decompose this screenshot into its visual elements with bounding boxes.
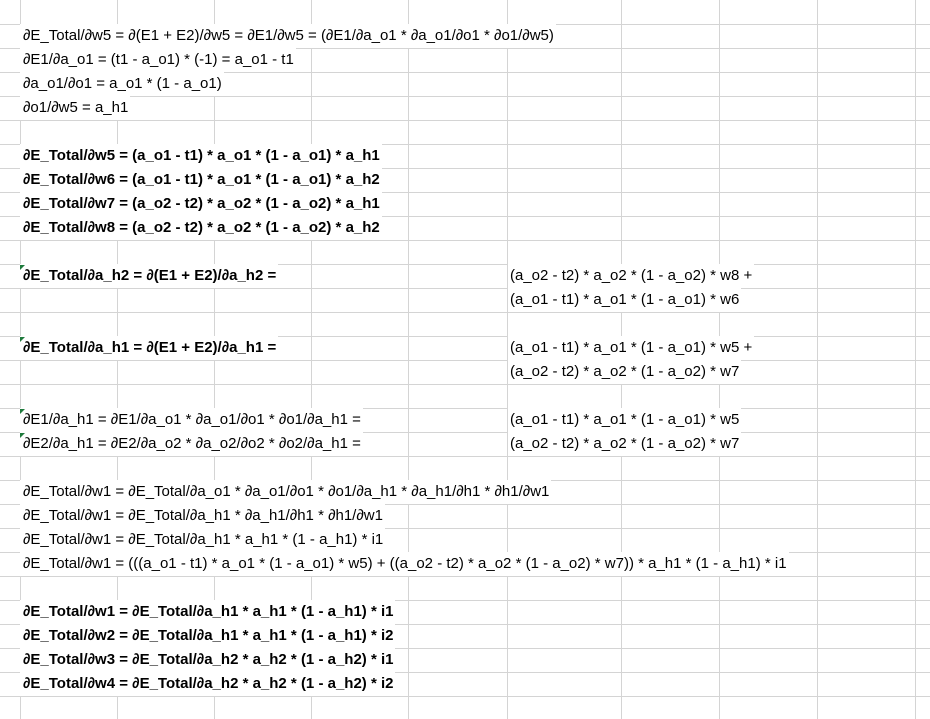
- sheet-row: [0, 312, 930, 336]
- cell-column-f[interactable]: (a_o1 - t1) * a_o1 * (1 - a_o1) * w5 +: [508, 336, 755, 360]
- sheet-row: [0, 384, 930, 408]
- sheet-row: ∂E_Total/∂w1 = ∂E_Total/∂a_h1 * a_h1 * (…: [0, 528, 930, 552]
- sheet-row: ∂E_Total/∂w6 = (a_o1 - t1) * a_o1 * (1 -…: [0, 168, 930, 192]
- cell-column-a[interactable]: ∂E1/∂a_o1 = (t1 - a_o1) * (-1) = a_o1 - …: [20, 48, 296, 72]
- cell-column-a[interactable]: ∂E_Total/∂w1 = ∂E_Total/∂a_h1 * a_h1 * (…: [20, 528, 386, 552]
- cell-column-f[interactable]: (a_o2 - t2) * a_o2 * (1 - a_o2) * w7: [508, 360, 742, 384]
- cell-column-a[interactable]: ∂E_Total/∂w7 = (a_o2 - t2) * a_o2 * (1 -…: [20, 192, 382, 216]
- cell-column-a[interactable]: ∂E_Total/∂w1 = ∂E_Total/∂a_o1 * ∂a_o1/∂o…: [20, 480, 552, 504]
- error-indicator-triangle[interactable]: [20, 337, 25, 342]
- sheet-row: ∂o1/∂w5 = a_h1: [0, 96, 930, 120]
- cell-column-a[interactable]: ∂E2/∂a_h1 = ∂E2/∂a_o2 * ∂a_o2/∂o2 * ∂o2/…: [20, 432, 363, 456]
- cell-column-a[interactable]: ∂E_Total/∂w4 = ∂E_Total/∂a_h2 * a_h2 * (…: [20, 672, 396, 696]
- cell-column-f[interactable]: (a_o2 - t2) * a_o2 * (1 - a_o2) * w7: [508, 432, 742, 456]
- sheet-row: ∂E_Total/∂w5 = ∂(E1 + E2)/∂w5 = ∂E1/∂w5 …: [0, 24, 930, 48]
- sheet-row: ∂E2/∂a_h1 = ∂E2/∂a_o2 * ∂a_o2/∂o2 * ∂o2/…: [0, 432, 930, 456]
- sheet-row: ∂E_Total/∂w1 = ∂E_Total/∂a_o1 * ∂a_o1/∂o…: [0, 480, 930, 504]
- sheet-row: ∂E_Total/∂a_h1 = ∂(E1 + E2)/∂a_h1 = (a_o1…: [0, 336, 930, 360]
- sheet-row: (a_o2 - t2) * a_o2 * (1 - a_o2) * w7: [0, 360, 930, 384]
- sheet-row: ∂E_Total/∂w1 = (((a_o1 - t1) * a_o1 * (1…: [0, 552, 930, 576]
- sheet-row: (a_o1 - t1) * a_o1 * (1 - a_o1) * w6: [0, 288, 930, 312]
- cell-column-a[interactable]: ∂E_Total/∂w1 = ∂E_Total/∂a_h1 * ∂a_h1/∂h…: [20, 504, 385, 528]
- sheet-row: ∂E_Total/∂w8 = (a_o2 - t2) * a_o2 * (1 -…: [0, 216, 930, 240]
- cell-column-a[interactable]: ∂E_Total/∂w5 = ∂(E1 + E2)/∂w5 = ∂E1/∂w5 …: [20, 24, 556, 48]
- sheet-row: ∂E_Total/∂w7 = (a_o2 - t2) * a_o2 * (1 -…: [0, 192, 930, 216]
- sheet-row: [0, 120, 930, 144]
- sheet-row: ∂E_Total/∂w3 = ∂E_Total/∂a_h2 * a_h2 * (…: [0, 648, 930, 672]
- cell-column-a[interactable]: ∂E_Total/∂w6 = (a_o1 - t1) * a_o1 * (1 -…: [20, 168, 382, 192]
- sheet-row: ∂E1/∂a_o1 = (t1 - a_o1) * (-1) = a_o1 - …: [0, 48, 930, 72]
- sheet-row: ∂E_Total/∂w2 = ∂E_Total/∂a_h1 * a_h1 * (…: [0, 624, 930, 648]
- cell-column-f[interactable]: (a_o1 - t1) * a_o1 * (1 - a_o1) * w6: [508, 288, 742, 312]
- cell-column-f[interactable]: (a_o1 - t1) * a_o1 * (1 - a_o1) * w5: [508, 408, 742, 432]
- row-gridline: [0, 696, 930, 697]
- cell-column-a[interactable]: ∂E_Total/∂w5 = (a_o1 - t1) * a_o1 * (1 -…: [20, 144, 382, 168]
- cell-column-a[interactable]: ∂E_Total/∂w8 = (a_o2 - t2) * a_o2 * (1 -…: [20, 216, 382, 240]
- sheet-row: ∂E_Total/∂a_h2 = ∂(E1 + E2)/∂a_h2 = (a_o2…: [0, 264, 930, 288]
- error-indicator-triangle[interactable]: [20, 433, 25, 438]
- sheet-row: ∂a_o1/∂o1 = a_o1 * (1 - a_o1): [0, 72, 930, 96]
- sheet-row: ∂E1/∂a_h1 = ∂E1/∂a_o1 * ∂a_o1/∂o1 * ∂o1/…: [0, 408, 930, 432]
- cell-column-a[interactable]: ∂E_Total/∂w3 = ∂E_Total/∂a_h2 * a_h2 * (…: [20, 648, 396, 672]
- cell-column-a[interactable]: ∂a_o1/∂o1 = a_o1 * (1 - a_o1): [20, 72, 224, 96]
- sheet-row: [0, 576, 930, 600]
- cell-column-f[interactable]: (a_o2 - t2) * a_o2 * (1 - a_o2) * w8 +: [508, 264, 755, 288]
- sheet-row: ∂E_Total/∂w1 = ∂E_Total/∂a_h1 * a_h1 * (…: [0, 600, 930, 624]
- error-indicator-triangle[interactable]: [20, 409, 25, 414]
- sheet-row: ∂E_Total/∂w1 = ∂E_Total/∂a_h1 * ∂a_h1/∂h…: [0, 504, 930, 528]
- sheet-row: [0, 456, 930, 480]
- error-indicator-triangle[interactable]: [20, 265, 25, 270]
- cell-column-a[interactable]: ∂E_Total/∂w2 = ∂E_Total/∂a_h1 * a_h1 * (…: [20, 624, 396, 648]
- cell-column-a[interactable]: ∂E_Total/∂a_h1 = ∂(E1 + E2)/∂a_h1 =: [20, 336, 279, 360]
- sheet-row: ∂E_Total/∂w5 = (a_o1 - t1) * a_o1 * (1 -…: [0, 144, 930, 168]
- cell-column-a[interactable]: ∂E1/∂a_h1 = ∂E1/∂a_o1 * ∂a_o1/∂o1 * ∂o1/…: [20, 408, 363, 432]
- spreadsheet-grid: ∂E_Total/∂w5 = ∂(E1 + E2)/∂w5 = ∂E1/∂w5 …: [0, 0, 930, 719]
- cell-column-a[interactable]: ∂E_Total/∂w1 = ∂E_Total/∂a_h1 * a_h1 * (…: [20, 600, 396, 624]
- cell-column-a[interactable]: ∂o1/∂w5 = a_h1: [20, 96, 131, 120]
- sheet-row: [0, 240, 930, 264]
- cell-column-a[interactable]: ∂E_Total/∂a_h2 = ∂(E1 + E2)/∂a_h2 =: [20, 264, 279, 288]
- sheet-row: ∂E_Total/∂w4 = ∂E_Total/∂a_h2 * a_h2 * (…: [0, 672, 930, 696]
- cell-column-a[interactable]: ∂E_Total/∂w1 = (((a_o1 - t1) * a_o1 * (1…: [20, 552, 789, 576]
